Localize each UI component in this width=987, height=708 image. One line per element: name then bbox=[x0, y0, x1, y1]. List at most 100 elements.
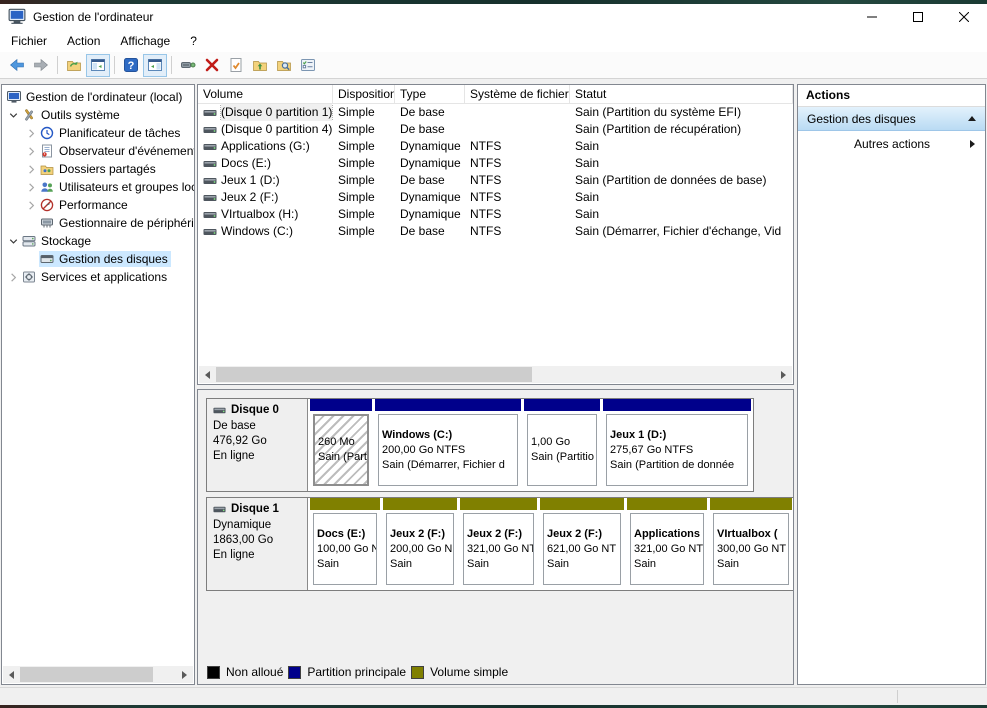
partition-body: Jeux 2 (F:)200,00 Go NSain bbox=[386, 513, 454, 585]
menu-item-action[interactable]: Action bbox=[57, 31, 110, 51]
sidebar-item-gestion-de-l-ordinateur-local[interactable]: Gestion de l'ordinateur (local) bbox=[2, 88, 194, 106]
tree-horizontal-scrollbar[interactable] bbox=[3, 666, 193, 683]
forward-icon[interactable] bbox=[29, 54, 53, 77]
menu-item-help[interactable]: ? bbox=[180, 31, 207, 51]
sidebar-item-outils-systeme[interactable]: Outils système bbox=[2, 106, 194, 124]
chevron-right-icon[interactable] bbox=[6, 270, 21, 284]
partition-block-docs-e[interactable]: Docs (E:)100,00 Go NSain bbox=[310, 498, 380, 590]
partition-size: 200,00 Go N bbox=[390, 542, 450, 557]
partition-block[interactable]: 260 MoSain (Part bbox=[310, 399, 372, 491]
sidebar-item-gestionnaire-de-peripheriques[interactable]: Gestionnaire de périphériques bbox=[2, 214, 194, 232]
folder-up-icon[interactable] bbox=[248, 54, 272, 77]
partition-block-jeux-2-f[interactable]: Jeux 2 (F:)621,00 Go NTSain bbox=[540, 498, 624, 590]
column-header-systeme-de-fichiers[interactable]: Système de fichiers bbox=[465, 85, 570, 104]
chevron-right-icon[interactable] bbox=[24, 162, 39, 176]
partition-size: 100,00 Go N bbox=[317, 542, 373, 557]
sidebar-item-performance[interactable]: Performance bbox=[2, 196, 194, 214]
export-icon[interactable] bbox=[62, 54, 86, 77]
volume-type-cell: De base bbox=[395, 223, 465, 240]
menu-item-fichier[interactable]: Fichier bbox=[1, 31, 57, 51]
sidebar-item-planificateur-de-taches[interactable]: Planificateur de tâches bbox=[2, 124, 194, 142]
partition-block-windows-c[interactable]: Windows (C:)200,00 Go NTFSSain (Démarrer… bbox=[375, 399, 521, 491]
table-row[interactable]: Jeux 2 (F:)SimpleDynamiqueNTFSSain bbox=[198, 189, 793, 206]
scrollbar-thumb[interactable] bbox=[20, 667, 153, 682]
volume-fs-cell: NTFS bbox=[465, 155, 570, 172]
task-list-icon[interactable] bbox=[296, 54, 320, 77]
scroll-left-icon[interactable] bbox=[199, 366, 216, 383]
partition-type-bar bbox=[383, 498, 457, 510]
tree-item-content: Stockage bbox=[21, 233, 94, 249]
chevron-right-icon[interactable] bbox=[24, 144, 39, 158]
partition-block-jeux-1-d[interactable]: Jeux 1 (D:)275,67 Go NTFSSain (Partition… bbox=[603, 399, 751, 491]
table-row[interactable]: Docs (E:)SimpleDynamiqueNTFSSain bbox=[198, 155, 793, 172]
legend-label: Non alloué bbox=[226, 665, 283, 679]
chevron-down-icon[interactable] bbox=[6, 234, 21, 248]
disk-row-disque-1: Disque 1Dynamique1863,00 GoEn ligneDocs … bbox=[206, 497, 794, 591]
sidebar-item-gestion-des-disques[interactable]: Gestion des disques bbox=[2, 250, 194, 268]
tree-item-content: Planificateur de tâches bbox=[39, 125, 183, 141]
delete-icon[interactable] bbox=[200, 54, 224, 77]
legend-bar: Non allouéPartition principaleVolume sim… bbox=[200, 663, 791, 681]
partition-type-bar bbox=[310, 399, 372, 411]
volume-type-cell: Dynamique bbox=[395, 138, 465, 155]
column-header-statut[interactable]: Statut bbox=[570, 85, 793, 104]
volume-name-cell: Jeux 1 (D:) bbox=[198, 172, 333, 189]
volume-name-cell: Applications (G:) bbox=[198, 138, 333, 155]
table-row[interactable]: Jeux 1 (D:)SimpleDe baseNTFSSain (Partit… bbox=[198, 172, 793, 189]
sidebar-item-label: Dossiers partagés bbox=[59, 162, 156, 176]
actions-group-disk-management[interactable]: Gestion des disques bbox=[798, 107, 985, 131]
chevron-right-icon[interactable] bbox=[24, 126, 39, 140]
collapse-icon[interactable] bbox=[968, 116, 976, 121]
menu-item-affichage[interactable]: Affichage bbox=[110, 31, 180, 51]
scrollbar-thumb[interactable] bbox=[216, 367, 532, 382]
drive-icon bbox=[203, 174, 218, 188]
table-row[interactable]: VIrtualbox (H:)SimpleDynamiqueNTFSSain bbox=[198, 206, 793, 223]
table-row[interactable]: (Disque 0 partition 1)SimpleDe baseSain … bbox=[198, 104, 793, 121]
partition-block-jeux-2-f[interactable]: Jeux 2 (F:)200,00 Go NSain bbox=[383, 498, 457, 590]
disk-label-disque-0[interactable]: Disque 0De base476,92 GoEn ligne bbox=[207, 399, 308, 491]
maximize-button[interactable] bbox=[895, 4, 941, 30]
chevron-down-icon[interactable] bbox=[6, 108, 21, 122]
column-header-disposition[interactable]: Disposition bbox=[333, 85, 395, 104]
drive-icon bbox=[203, 157, 218, 171]
actions-item-more-actions[interactable]: Autres actions bbox=[798, 131, 985, 157]
console-tree-icon[interactable] bbox=[86, 54, 110, 77]
scroll-right-icon[interactable] bbox=[775, 366, 792, 383]
chevron-right-icon[interactable] bbox=[24, 198, 39, 212]
help-icon[interactable]: ? bbox=[119, 54, 143, 77]
sidebar-item-dossiers-partages[interactable]: Dossiers partagés bbox=[2, 160, 194, 178]
disk-name: Disque 1 bbox=[213, 502, 305, 517]
minimize-button[interactable] bbox=[849, 4, 895, 30]
sidebar-item-utilisateurs-et-groupes-locaux[interactable]: Utilisateurs et groupes locaux bbox=[2, 178, 194, 196]
sidebar-item-stockage[interactable]: Stockage bbox=[2, 232, 194, 250]
chevron-right-icon[interactable] bbox=[24, 180, 39, 194]
close-button[interactable] bbox=[941, 4, 987, 30]
partition-status: Sain bbox=[547, 557, 617, 572]
table-row[interactable]: (Disque 0 partition 4)SimpleDe baseSain … bbox=[198, 121, 793, 138]
properties-check-icon[interactable] bbox=[224, 54, 248, 77]
scroll-right-icon[interactable] bbox=[176, 666, 193, 683]
back-icon[interactable] bbox=[5, 54, 29, 77]
table-row[interactable]: Applications (G:)SimpleDynamiqueNTFSSain bbox=[198, 138, 793, 155]
partition-block-jeux-2-f[interactable]: Jeux 2 (F:)321,00 Go NTSain bbox=[460, 498, 537, 590]
disk-label-disque-1[interactable]: Disque 1Dynamique1863,00 GoEn ligne bbox=[207, 498, 308, 590]
volume-disposition-cell: Simple bbox=[333, 172, 395, 189]
sidebar-item-label: Outils système bbox=[41, 108, 120, 122]
sidebar-item-services-et-applications[interactable]: Services et applications bbox=[2, 268, 194, 286]
partition-title: Docs (E:) bbox=[317, 527, 373, 542]
column-header-type[interactable]: Type bbox=[395, 85, 465, 104]
scroll-left-icon[interactable] bbox=[3, 666, 20, 683]
partition-block[interactable]: 1,00 GoSain (Partitio bbox=[524, 399, 600, 491]
toolbar-separator bbox=[57, 56, 58, 74]
partition-size: 275,67 Go NTFS bbox=[610, 443, 744, 458]
volume-name-text: Docs (E:) bbox=[221, 155, 271, 172]
display-icon[interactable] bbox=[176, 54, 200, 77]
partition-block-virtualbox[interactable]: VIrtualbox (300,00 Go NTSain bbox=[710, 498, 792, 590]
column-header-volume[interactable]: Volume bbox=[198, 85, 333, 104]
folder-search-icon[interactable] bbox=[272, 54, 296, 77]
action-pane-icon[interactable] bbox=[143, 54, 167, 77]
table-row[interactable]: Windows (C:)SimpleDe baseNTFSSain (Démar… bbox=[198, 223, 793, 240]
sidebar-item-observateur-d-evenements[interactable]: Observateur d'événements bbox=[2, 142, 194, 160]
partition-block-applications[interactable]: Applications321,00 Go NTSain bbox=[627, 498, 707, 590]
list-horizontal-scrollbar[interactable] bbox=[199, 366, 792, 383]
